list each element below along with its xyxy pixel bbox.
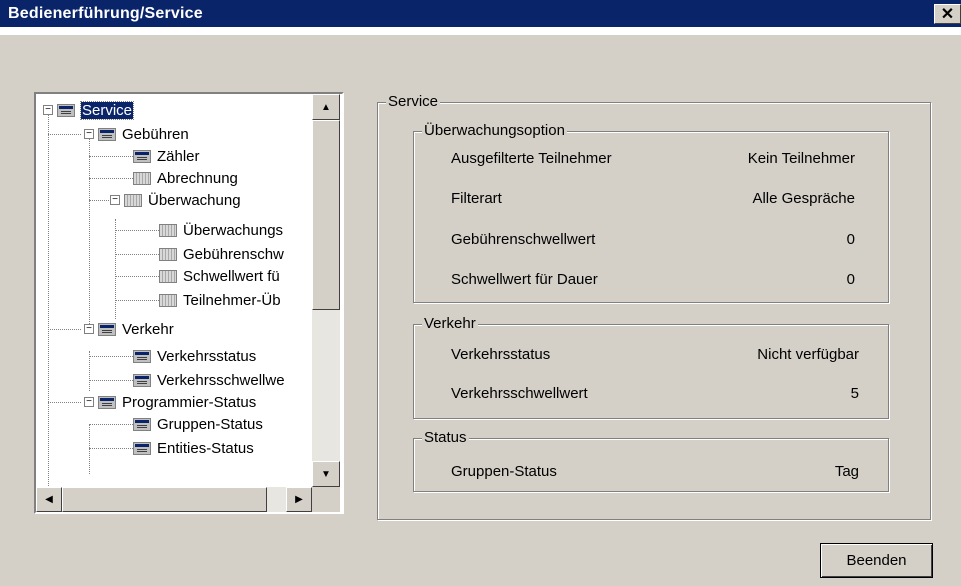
scrollbar-corner: [312, 487, 340, 512]
tree-item-programmier-status[interactable]: − Programmier-Status: [84, 391, 256, 413]
collapse-icon[interactable]: −: [84, 324, 94, 334]
blue-folder-icon: [133, 373, 151, 387]
scroll-right-button[interactable]: ▶: [286, 487, 312, 512]
duration-threshold-value: 0: [846, 271, 855, 288]
gray-folder-icon: [159, 269, 177, 283]
title-bar: Bedienerführung/Service: [0, 0, 961, 35]
filtered-subscribers-value: Kein Teilnehmer: [747, 150, 855, 167]
blue-folder-icon: [57, 103, 75, 117]
vertical-scrollbar[interactable]: ▲ ▼: [312, 94, 340, 487]
collapse-icon[interactable]: −: [110, 195, 120, 205]
filter-type-label: Filterart: [451, 190, 502, 207]
tree-item-gebuehrenschw[interactable]: Gebührenschw: [159, 243, 284, 265]
collapse-icon[interactable]: −: [84, 397, 94, 407]
group-status-value: Tag: [834, 463, 859, 480]
duration-threshold-label: Schwellwert für Dauer: [451, 271, 598, 288]
arrow-up-icon: ▲: [321, 101, 331, 113]
horizontal-scrollbar[interactable]: ◀ ▶: [36, 487, 312, 512]
tree-item-label: Abrechnung: [157, 169, 238, 187]
tree-item-ueberwachungs[interactable]: Überwachungs: [159, 219, 283, 241]
status-legend: Status: [422, 429, 469, 447]
tree-item-label: Service: [79, 100, 135, 120]
close-icon: ✕: [940, 6, 955, 23]
blue-folder-icon: [98, 127, 116, 141]
tree-item-ueberwachung[interactable]: − Überwachung: [110, 189, 241, 211]
tree-item-label: Schwellwert fü: [183, 267, 280, 285]
tree-item-abrechnung[interactable]: Abrechnung: [133, 167, 238, 189]
tree-item-label: Verkehrsstatus: [157, 347, 257, 365]
blue-folder-icon: [98, 395, 116, 409]
tree-item-entities-status[interactable]: Entities-Status: [133, 437, 254, 459]
blue-folder-icon: [133, 349, 151, 363]
tree-item-service[interactable]: − Service: [43, 99, 135, 121]
traffic-threshold-value: 5: [850, 385, 859, 402]
charge-threshold-value: 0: [846, 231, 855, 248]
exit-button[interactable]: Beenden: [820, 543, 933, 578]
close-button[interactable]: ✕: [934, 4, 961, 24]
traffic-groupbox: Verkehr: [413, 315, 889, 419]
collapse-icon[interactable]: −: [84, 129, 94, 139]
tree-item-label: Gruppen-Status: [157, 415, 263, 433]
tree-item-label: Teilnehmer-Üb: [183, 291, 281, 309]
tree-item-label: Verkehr: [122, 320, 174, 338]
traffic-legend: Verkehr: [422, 315, 478, 333]
traffic-status-value: Nicht verfügbar: [757, 346, 859, 363]
gray-folder-icon: [133, 171, 151, 185]
arrow-down-icon: ▼: [321, 468, 331, 480]
tree-item-gebuehren[interactable]: − Gebühren: [84, 123, 189, 145]
gray-folder-icon: [124, 193, 142, 207]
tree-item-label: Zähler: [157, 147, 200, 165]
blue-folder-icon: [133, 149, 151, 163]
tree-item-label: Überwachung: [148, 191, 241, 209]
scroll-up-button[interactable]: ▲: [312, 94, 340, 120]
tree-item-label: Entities-Status: [157, 439, 254, 457]
traffic-threshold-label: Verkehrsschwellwert: [451, 385, 588, 402]
monitoring-legend: Überwachungsoption: [422, 122, 567, 140]
gray-folder-icon: [159, 293, 177, 307]
blue-folder-icon: [133, 417, 151, 431]
tree-item-label: Programmier-Status: [122, 393, 257, 411]
arrow-right-icon: ▶: [295, 494, 303, 505]
vertical-scroll-thumb[interactable]: [312, 120, 340, 310]
blue-folder-icon: [98, 322, 116, 336]
arrow-left-icon: ◀: [45, 494, 53, 505]
tree-item-label: Überwachungs: [183, 221, 284, 239]
gray-folder-icon: [159, 223, 177, 237]
window-title: Bedienerführung/Service: [8, 5, 203, 22]
collapse-icon[interactable]: −: [43, 105, 53, 115]
tree-item-teilnehmer[interactable]: Teilnehmer-Üb: [159, 289, 281, 311]
horizontal-scroll-thumb[interactable]: [62, 487, 267, 512]
tree-content: − Service − Gebühren Zähler Abrechnung −…: [36, 94, 314, 487]
tree-item-label: Gebühren: [122, 125, 189, 143]
traffic-status-label: Verkehrsstatus: [451, 346, 551, 363]
blue-folder-icon: [133, 441, 151, 455]
gray-folder-icon: [159, 247, 177, 261]
filter-type-value: Alle Gespräche: [752, 190, 855, 207]
scroll-left-button[interactable]: ◀: [36, 487, 62, 512]
tree-item-label: Gebührenschw: [183, 245, 284, 263]
tree-item-schwellwert[interactable]: Schwellwert fü: [159, 265, 280, 287]
tree-item-zaehler[interactable]: Zähler: [133, 145, 200, 167]
filtered-subscribers-label: Ausgefilterte Teilnehmer: [451, 150, 612, 167]
tree-item-label: Verkehrsschwellwe: [157, 371, 285, 389]
tree-item-verkehrsstatus[interactable]: Verkehrsstatus: [133, 345, 256, 367]
charge-threshold-label: Gebührenschwellwert: [451, 231, 596, 248]
tree-item-verkehr[interactable]: − Verkehr: [84, 318, 174, 340]
scroll-down-button[interactable]: ▼: [312, 461, 340, 487]
group-status-label: Gruppen-Status: [451, 463, 557, 480]
tree-view[interactable]: − Service − Gebühren Zähler Abrechnung −…: [34, 92, 344, 514]
tree-item-gruppen-status[interactable]: Gruppen-Status: [133, 413, 263, 435]
tree-item-verkehrsschwellwert[interactable]: Verkehrsschwellwe: [133, 369, 285, 391]
service-legend: Service: [386, 93, 441, 111]
